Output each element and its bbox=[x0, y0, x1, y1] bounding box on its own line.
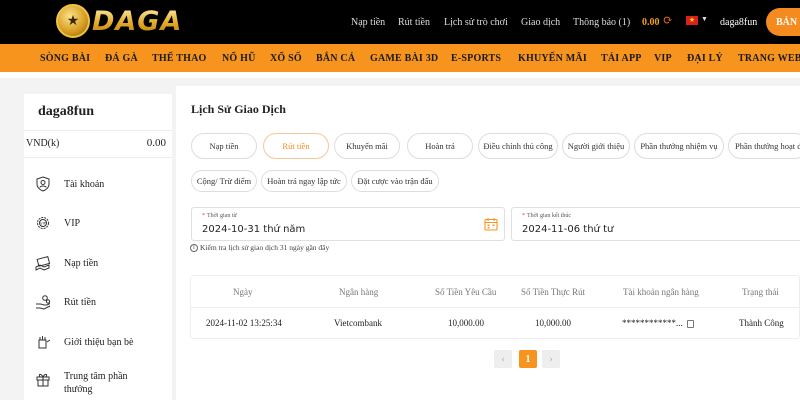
filter-instant-rebate[interactable]: Hoàn trả ngay lập tức bbox=[261, 170, 347, 192]
sidebar-item-withdraw[interactable]: Rút tiền bbox=[34, 291, 172, 313]
start-date-label: Thời gian từ bbox=[202, 213, 237, 219]
balance-amount: 0.00 bbox=[146, 137, 166, 149]
sidebar-item-label: Giới thiệu bạn bè bbox=[64, 336, 134, 348]
next-page-button[interactable]: › bbox=[542, 350, 560, 368]
header-username[interactable]: daga8fun bbox=[720, 0, 757, 44]
transaction-history-panel: Lịch Sử Giao Dịch Nạp tiền Rút tiền Khuy… bbox=[176, 86, 800, 400]
start-date-value: 2024-10-31 thứ năm bbox=[202, 224, 306, 235]
cat-fishing[interactable]: BẮN CÁ bbox=[316, 44, 355, 72]
header-balance: 0.00 bbox=[642, 16, 660, 28]
col-bank-account: Tài khoản ngân hàng bbox=[623, 287, 699, 297]
cell-bank-account: ************... bbox=[622, 318, 694, 328]
refresh-icon[interactable]: ⟳ bbox=[663, 13, 673, 28]
filter-manual-adjust[interactable]: Điều chỉnh thủ công bbox=[478, 133, 558, 159]
col-requested-amount: Số Tiền Yêu Cầu bbox=[435, 287, 497, 297]
filter-mission-rewards[interactable]: Phần thưởng nhiệm vụ bbox=[634, 133, 724, 159]
filter-activity-rewards[interactable]: Phần thưởng hoạt động bbox=[728, 133, 800, 159]
sidebar-item-vip[interactable]: VIP VIP bbox=[34, 212, 172, 234]
vietnam-flag-icon[interactable] bbox=[686, 16, 698, 25]
balance-row: VND(k) 0.00 bbox=[24, 130, 172, 158]
filter-match-bets[interactable]: Đặt cược vào trận đấu bbox=[351, 170, 439, 192]
cell-bank: Vietcombank bbox=[334, 318, 382, 328]
nav-deposit[interactable]: Nạp tiền bbox=[351, 0, 385, 44]
sidebar-item-label: Nạp tiền bbox=[64, 257, 99, 269]
cat-promotions[interactable]: KHUYẾN MÃI bbox=[518, 44, 587, 72]
calendar-icon[interactable] bbox=[484, 217, 498, 231]
prev-page-button[interactable]: ‹ bbox=[494, 350, 512, 368]
rooster-emblem-icon: ★ bbox=[56, 4, 90, 38]
end-date-field[interactable]: Thời gian kết thúc 2024-11-06 thứ tư bbox=[511, 207, 800, 241]
sidebar-item-referral[interactable]: Giới thiệu bạn bè bbox=[34, 331, 172, 353]
category-bar: SÒNG BÀI ĐÁ GÀ THỂ THAO NỔ HŨ XỔ SỐ BẮN … bbox=[0, 44, 800, 72]
filter-promotions[interactable]: Khuyến mãi bbox=[334, 133, 400, 159]
account-sidebar: daga8fun VND(k) 0.00 Tài khoản VIP VIP N… bbox=[24, 94, 172, 400]
cat-esports[interactable]: E-SPORTS bbox=[451, 44, 501, 72]
sidebar-item-label: Tài khoản bbox=[64, 178, 105, 190]
transaction-table: Ngày Ngân hàng Số Tiền Yêu Cầu Số Tiền T… bbox=[190, 275, 800, 339]
referral-icon bbox=[34, 333, 52, 351]
cell-status: Thành Công bbox=[739, 318, 784, 328]
deposit-money-icon bbox=[34, 254, 52, 272]
sidebar-item-deposit[interactable]: Nạp tiền bbox=[34, 252, 172, 274]
col-actual-amount: Số Tiền Thực Rút bbox=[521, 287, 585, 297]
filter-rebate[interactable]: Hoàn trả bbox=[407, 133, 473, 159]
cat-agent[interactable]: ĐẠI LÝ bbox=[687, 44, 723, 72]
cell-requested-amount: 10,000.00 bbox=[448, 318, 484, 328]
sidebar-item-label: Trung tâm phần thưởng bbox=[64, 371, 128, 395]
nav-transactions[interactable]: Giao dịch bbox=[521, 0, 560, 44]
cat-download-app[interactable]: TẢI APP bbox=[601, 44, 642, 72]
col-status: Trạng thái bbox=[742, 287, 779, 297]
withdraw-hand-icon bbox=[34, 293, 52, 311]
gift-icon bbox=[34, 370, 52, 388]
cat-casino[interactable]: SÒNG BÀI bbox=[40, 44, 90, 72]
vip-gear-icon: VIP bbox=[34, 214, 52, 232]
cat-cardgame-3d[interactable]: GAME BÀI 3D bbox=[370, 44, 438, 72]
divider-strip bbox=[0, 72, 800, 78]
nav-notifications[interactable]: Thông báo (1) bbox=[573, 0, 630, 44]
bank-button[interactable]: BẢN bbox=[766, 8, 800, 36]
col-date: Ngày bbox=[233, 287, 253, 297]
date-range-hint: i Kiểm tra lịch sử giao dịch 31 ngày gần … bbox=[190, 243, 329, 253]
cat-sports[interactable]: THỂ THAO bbox=[152, 44, 207, 72]
cat-cockfight[interactable]: ĐÁ GÀ bbox=[105, 44, 138, 72]
daga-logo[interactable]: ★ DAGA bbox=[56, 2, 182, 40]
top-header: ★ DAGA Nạp tiền Rút tiền Lịch sử trò chơ… bbox=[0, 0, 800, 44]
sidebar-item-rewards[interactable]: Trung tâm phần thưởng bbox=[34, 370, 172, 400]
page-1-button[interactable]: 1 bbox=[519, 350, 537, 368]
cell-date: 2024-11-02 13:25:34 bbox=[206, 318, 282, 328]
filter-withdraw[interactable]: Rút tiền bbox=[263, 133, 329, 159]
nav-withdraw[interactable]: Rút tiền bbox=[398, 0, 430, 44]
page-title: Lịch Sử Giao Dịch bbox=[191, 102, 286, 116]
filter-referrer[interactable]: Người giới thiệu bbox=[562, 133, 630, 159]
col-bank: Ngân hàng bbox=[339, 287, 379, 297]
currency-label: VND(k) bbox=[26, 138, 60, 149]
caret-down-icon[interactable]: ▼ bbox=[701, 15, 708, 23]
nav-game-history[interactable]: Lịch sử trò chơi bbox=[444, 0, 508, 44]
filter-points-adjust[interactable]: Cộng/ Trừ điểm bbox=[191, 170, 257, 192]
cat-website[interactable]: TRANG WEB bbox=[738, 44, 800, 72]
table-header: Ngày Ngân hàng Số Tiền Yêu Cầu Số Tiền T… bbox=[191, 276, 800, 308]
start-date-field[interactable]: Thời gian từ 2024-10-31 thứ năm bbox=[191, 207, 505, 241]
sidebar-item-account[interactable]: Tài khoản bbox=[34, 173, 172, 195]
svg-text:VIP: VIP bbox=[40, 222, 47, 226]
sidebar-item-label: VIP bbox=[64, 217, 81, 229]
cat-vip[interactable]: VIP bbox=[654, 44, 672, 72]
cat-lottery[interactable]: XỔ SỐ bbox=[270, 44, 302, 72]
info-icon: i bbox=[190, 244, 198, 253]
sidebar-item-label: Rút tiền bbox=[64, 296, 96, 308]
end-date-value: 2024-11-06 thứ tư bbox=[522, 224, 614, 235]
cell-actual-amount: 10,000.00 bbox=[535, 318, 571, 328]
sidebar-username: daga8fun bbox=[38, 104, 95, 119]
account-shield-icon bbox=[34, 175, 52, 193]
end-date-label: Thời gian kết thúc bbox=[522, 213, 571, 219]
filter-deposit[interactable]: Nạp tiền bbox=[191, 133, 257, 159]
copy-icon[interactable] bbox=[686, 319, 694, 328]
logo-text: DAGA bbox=[92, 5, 183, 37]
cat-slots[interactable]: NỔ HŨ bbox=[222, 44, 256, 72]
